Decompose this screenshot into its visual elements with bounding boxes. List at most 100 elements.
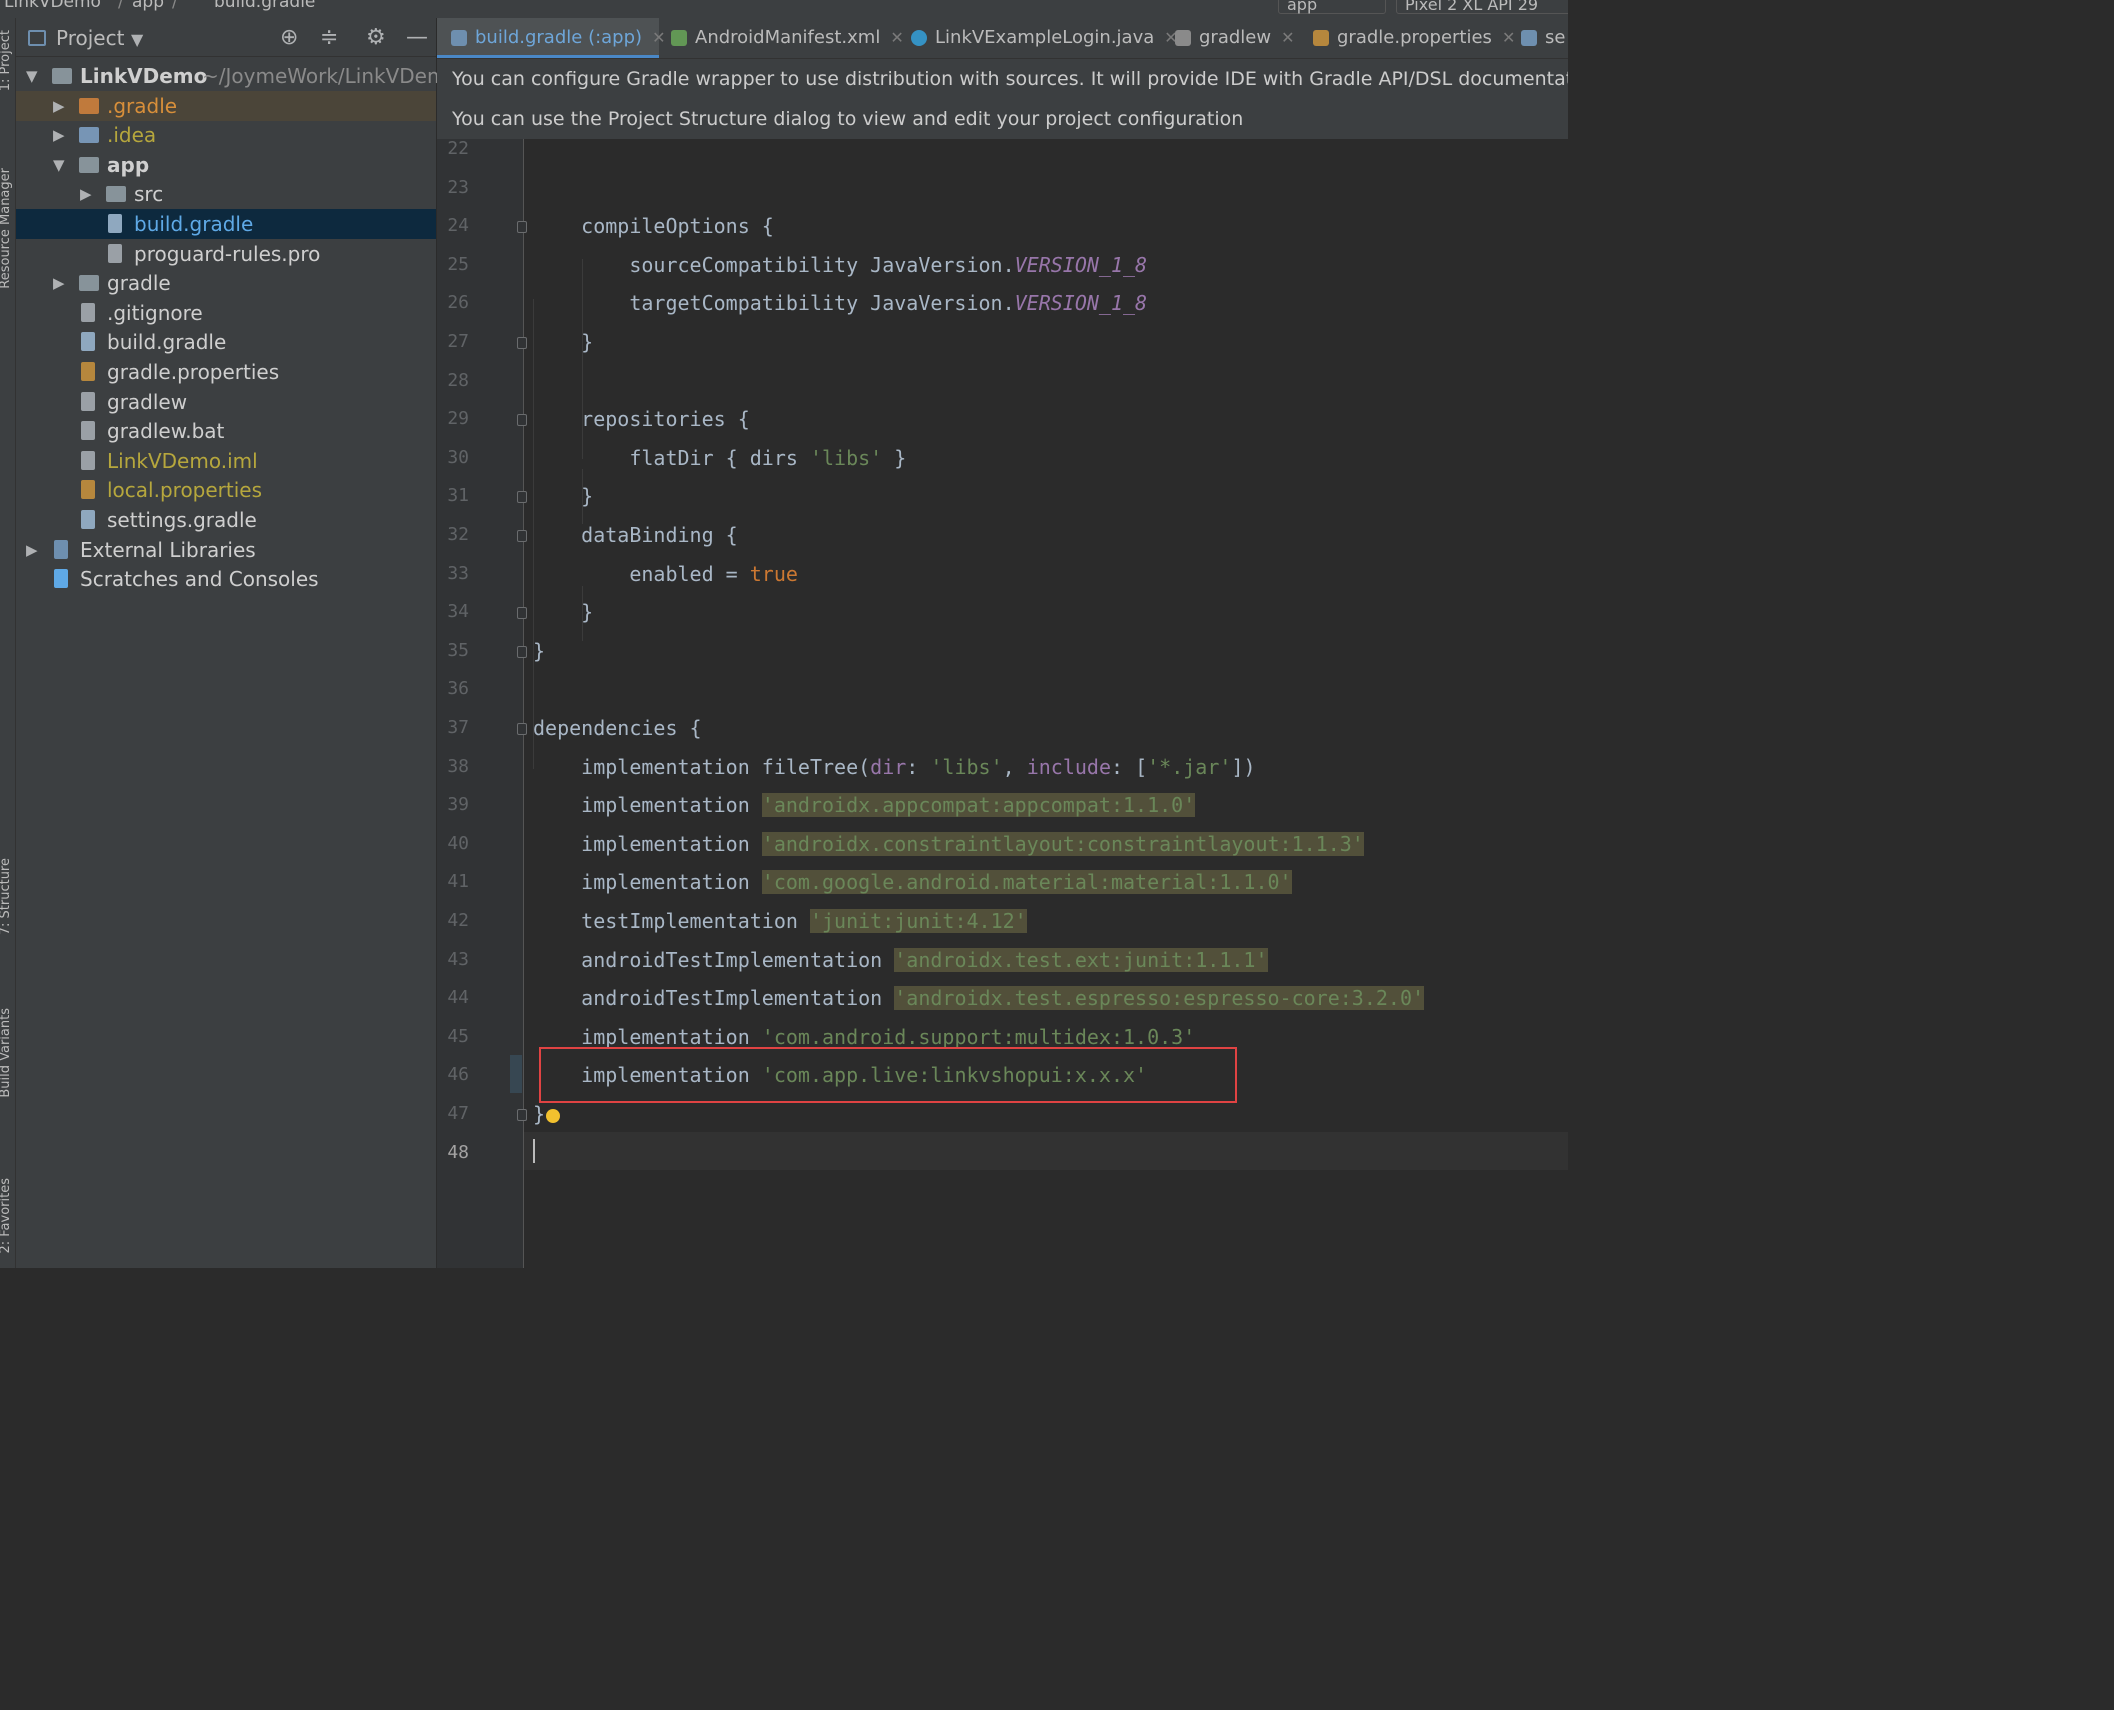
indent-guide <box>582 469 583 524</box>
expanded-arrow-icon[interactable]: ▼ <box>53 150 67 180</box>
close-icon[interactable]: ✕ <box>652 28 665 47</box>
line-number: 24 <box>447 215 469 237</box>
fold-marker-icon[interactable] <box>517 221 527 234</box>
fold-marker-icon[interactable] <box>517 607 527 620</box>
collapsed-arrow-icon[interactable]: ▶ <box>80 179 94 209</box>
breadcrumb-module[interactable]: app <box>132 0 164 12</box>
fold-marker-icon[interactable] <box>517 337 527 349</box>
line-number: 32 <box>447 524 469 545</box>
line-number: 39 <box>447 794 469 816</box>
tree-item-src[interactable]: ▶ src <box>16 179 436 209</box>
chevron-down-icon[interactable]: ▼ <box>131 30 143 49</box>
tab-android-manifest[interactable]: AndroidManifest.xml ✕ <box>671 18 904 58</box>
gradle-icon <box>81 332 95 352</box>
locate-file-icon[interactable]: ⊕ <box>280 25 298 50</box>
gradle-icon <box>451 30 467 46</box>
breadcrumb-separator: / <box>172 0 178 12</box>
tab-label: gradlew <box>1199 27 1272 48</box>
project-panel: Project ▼ ⊕ ≑ ⚙ — ▼ LinkVDemo ~/JoymeWork/… <box>16 18 459 1268</box>
code-line: implementation 'androidx.appcompat:appco… <box>533 793 1196 818</box>
tree-item-gradle[interactable]: ▶ gradle <box>16 268 436 298</box>
tree-item-local-properties[interactable]: local.properties <box>16 475 436 505</box>
tree-item-build-gradle[interactable]: build.gradle <box>16 327 436 357</box>
java-class-icon <box>911 30 927 46</box>
tab-gradle-properties[interactable]: gradle.properties ✕ <box>1313 18 1515 58</box>
current-line-highlight <box>524 1132 1568 1170</box>
device-selector[interactable]: Pixel 2 XL API 29 <box>1396 0 1568 14</box>
expanded-arrow-icon[interactable]: ▼ <box>26 61 40 91</box>
code-editor[interactable]: 22 23 24 25 26 27 28 29 30 31 32 33 34 35 36 37 38 39 40 41… <box>437 139 1568 1268</box>
library-icon <box>54 539 68 559</box>
collapsed-arrow-icon[interactable]: ▶ <box>26 535 40 565</box>
change-marker[interactable] <box>510 1055 522 1093</box>
tree-item-app[interactable]: ▼ app <box>16 150 436 180</box>
tree-item-scratches-and-consoles[interactable]: Scratches and Consoles <box>16 564 436 594</box>
fold-marker-icon[interactable] <box>517 414 527 427</box>
tree-item-linkvdemo-iml[interactable]: LinkVDemo.iml <box>16 446 436 476</box>
tab-build-gradle-app[interactable]: build.gradle (:app) ✕ <box>437 18 665 58</box>
line-number: 38 <box>447 755 469 777</box>
tree-item-gradle[interactable]: ▶ .gradle <box>16 90 436 121</box>
code-line: } <box>533 600 594 625</box>
project-view-title[interactable]: Project <box>56 26 124 50</box>
fold-marker-icon[interactable] <box>517 723 527 735</box>
breadcrumb-project[interactable]: LinkVDemo <box>4 0 101 12</box>
close-icon[interactable]: ✕ <box>890 28 903 47</box>
fold-marker-icon[interactable] <box>517 530 527 542</box>
tab-settings-gradle[interactable]: se <box>1521 18 1565 58</box>
line-number-gutter[interactable]: 22 23 24 25 26 27 28 29 30 31 32 33 34 35 36 37 38 39 40 41… <box>437 139 524 1268</box>
tab-linkv-example-login[interactable]: LinkVExampleLogin.java ✕ <box>911 18 1178 58</box>
tree-item-label: gradle.properties <box>107 360 280 384</box>
tree-item-label: .gradle <box>107 93 178 118</box>
project-tool-button[interactable]: 1: Project <box>0 30 13 91</box>
line-number: 44 <box>447 987 469 1009</box>
module-folder-icon <box>52 68 72 84</box>
gear-icon[interactable]: ⚙ <box>366 25 386 50</box>
tree-item-external-libraries[interactable]: ▶ External Libraries <box>16 535 436 565</box>
folder-icon <box>106 186 126 203</box>
lightbulb-icon[interactable] <box>546 1109 560 1123</box>
tree-item-label: build.gradle <box>107 330 227 355</box>
collapse-all-icon[interactable]: ≑ <box>320 25 338 50</box>
fold-marker-icon[interactable] <box>517 491 527 504</box>
code-line: dependencies { <box>533 716 702 740</box>
project-structure-notification[interactable]: You can use the Project Structure dialog… <box>437 99 1568 140</box>
code-line: targetCompatibility JavaVersion.VERSION_… <box>533 291 1148 316</box>
manifest-icon <box>671 30 687 46</box>
tree-item-build-gradle[interactable]: build.gradle <box>16 209 436 239</box>
line-number: 26 <box>447 292 469 314</box>
tree-item-label: Scratches and Consoles <box>80 567 319 592</box>
tree-item-gradlew-bat[interactable]: gradlew.bat <box>16 416 436 446</box>
collapsed-arrow-icon[interactable]: ▶ <box>53 91 67 121</box>
close-icon[interactable]: ✕ <box>1502 28 1515 47</box>
collapsed-arrow-icon[interactable]: ▶ <box>53 120 67 150</box>
tree-item-proguard-rules-pro[interactable]: proguard-rules.pro <box>16 239 436 269</box>
tree-item-gradlew[interactable]: gradlew <box>16 387 436 417</box>
run-config-selector[interactable]: app <box>1278 0 1386 14</box>
code-line: compileOptions { <box>533 214 774 239</box>
minimize-icon[interactable]: — <box>406 25 428 50</box>
build-variants-tool-button[interactable]: Build Variants <box>0 1008 13 1098</box>
tab-gradlew[interactable]: gradlew ✕ <box>1175 18 1295 58</box>
tree-item-idea[interactable]: ▶ .idea <box>16 120 436 150</box>
collapsed-arrow-icon[interactable]: ▶ <box>53 268 67 298</box>
code-line: androidTestImplementation 'androidx.test… <box>533 947 1268 972</box>
tree-item-label: External Libraries <box>80 537 256 562</box>
tree-item-linkvdemo[interactable]: ▼ LinkVDemo ~/JoymeWork/LinkVDemo <box>16 61 459 91</box>
close-icon[interactable]: ✕ <box>1281 28 1294 47</box>
line-number: 34 <box>447 601 469 623</box>
tree-item-gradle-properties[interactable]: gradle.properties <box>16 357 436 387</box>
project-panel-header: Project ▼ ⊕ ≑ ⚙ — <box>16 18 436 57</box>
line-number: 47 <box>447 1103 469 1124</box>
gradle-wrapper-notification[interactable]: You can configure Gradle wrapper to use … <box>437 59 1568 100</box>
fold-marker-icon[interactable] <box>517 645 527 658</box>
structure-tool-button[interactable]: 7: Structure <box>0 858 13 935</box>
resource-manager-tool-button[interactable]: Resource Manager <box>0 168 13 289</box>
tree-item-label: local.properties <box>107 478 263 503</box>
indent-guide <box>533 299 534 769</box>
tree-item-gitignore[interactable]: .gitignore <box>16 298 436 328</box>
tree-item-settings-gradle[interactable]: settings.gradle <box>16 505 436 535</box>
breadcrumb-file[interactable]: build.gradle <box>214 0 315 12</box>
favorites-tool-button[interactable]: 2: Favorites <box>0 1178 13 1254</box>
fold-marker-icon[interactable] <box>517 1109 527 1121</box>
